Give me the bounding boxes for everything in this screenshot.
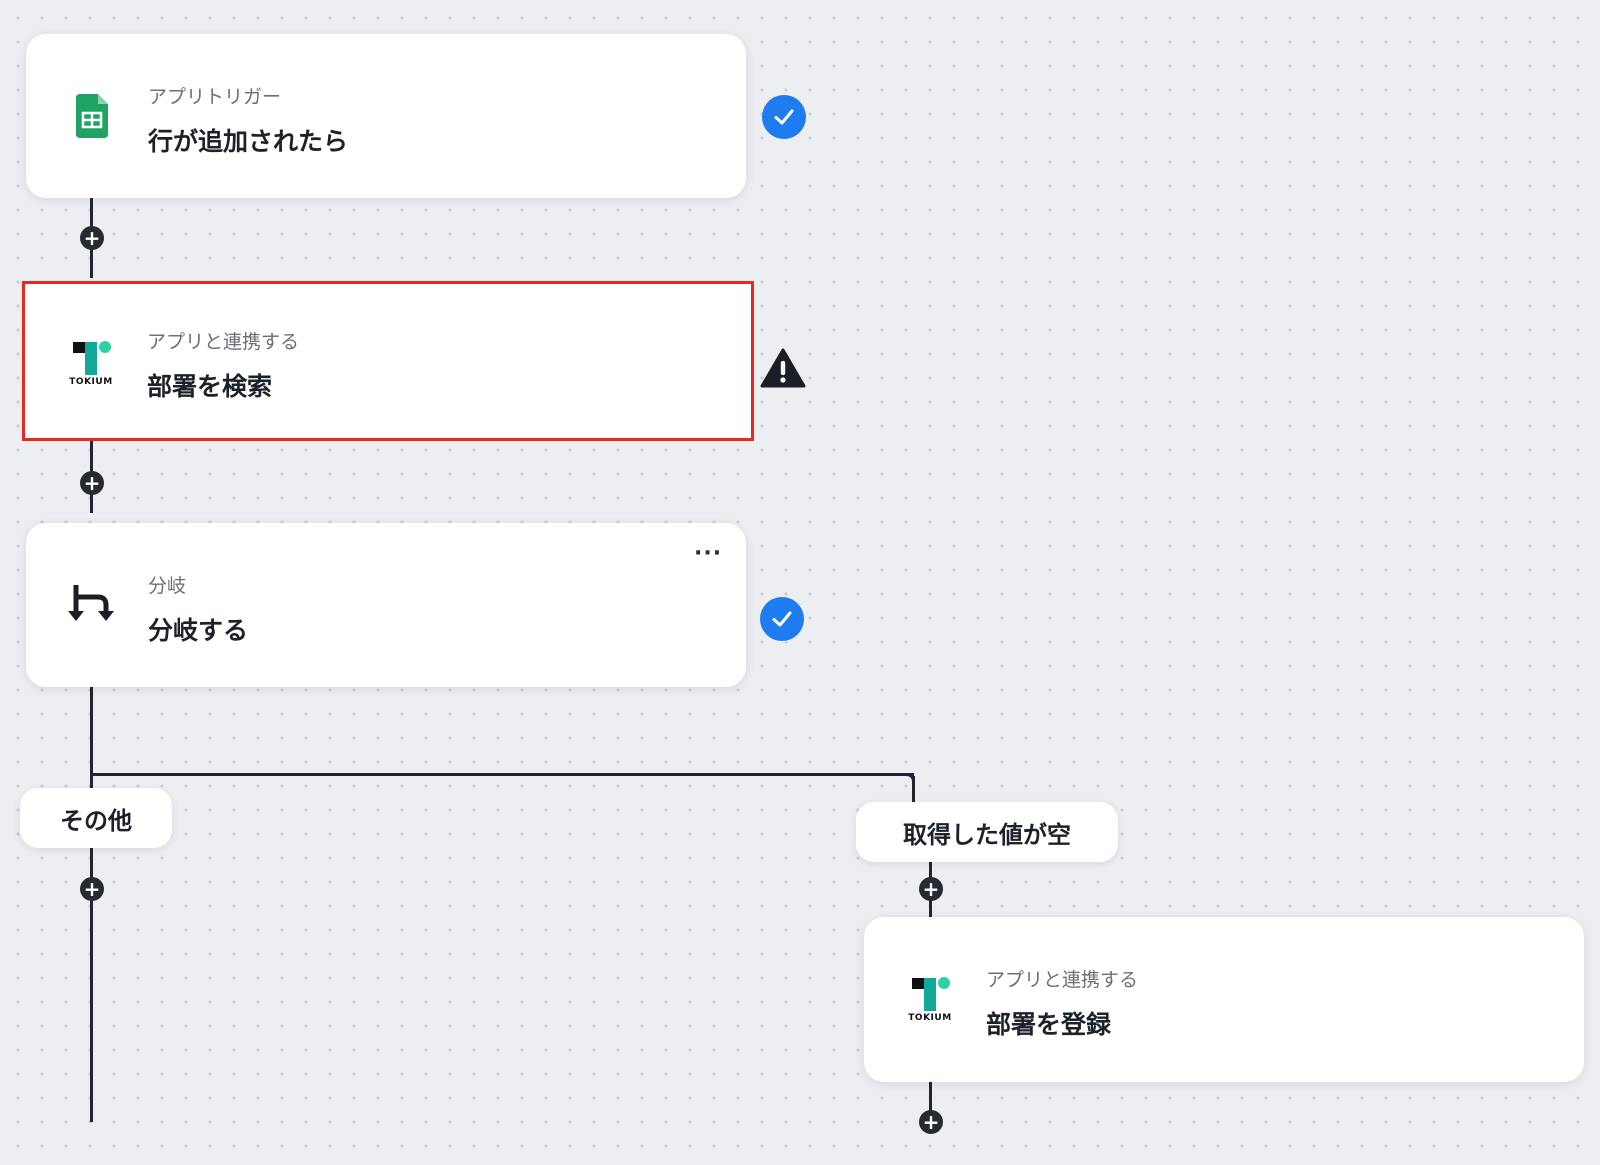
register-department-card[interactable]: TOKIUM アプリと連携する 部署を登録 xyxy=(864,917,1584,1082)
branch-icon xyxy=(68,581,116,629)
search-title: 部署を検索 xyxy=(147,372,273,401)
search-department-card[interactable]: TOKIUM アプリと連携する 部署を検索 xyxy=(22,281,754,441)
branch-label-other[interactable]: その他 xyxy=(20,788,172,848)
branch-subtitle: 分岐 xyxy=(148,575,187,597)
branch-corner xyxy=(898,773,915,792)
tokium-logo-text: TOKIUM xyxy=(908,1013,952,1023)
branch-horizontal-line xyxy=(90,773,914,776)
add-step-button[interactable]: + xyxy=(80,471,104,495)
check-icon xyxy=(762,95,806,139)
more-options-button[interactable]: ··· xyxy=(694,543,722,565)
search-subtitle: アプリと連携する xyxy=(147,331,300,353)
branch-label-empty-value[interactable]: 取得した値が空 xyxy=(856,802,1118,862)
trigger-card[interactable]: アプリトリガー 行が追加されたら xyxy=(26,34,746,198)
tokium-icon: TOKIUM xyxy=(908,975,952,1023)
tokium-icon: TOKIUM xyxy=(69,339,113,387)
register-subtitle: アプリと連携する xyxy=(986,969,1139,991)
trigger-title: 行が追加されたら xyxy=(148,127,349,156)
add-step-button[interactable]: + xyxy=(80,877,104,901)
branch-card[interactable]: ··· 分岐 分岐する xyxy=(26,523,746,687)
add-step-button[interactable]: + xyxy=(80,226,104,250)
register-title: 部署を登録 xyxy=(986,1010,1112,1039)
add-step-button[interactable]: + xyxy=(919,877,943,901)
connector-line xyxy=(929,1082,932,1112)
branch-title: 分岐する xyxy=(148,616,249,645)
add-step-button[interactable]: + xyxy=(919,1110,943,1134)
warning-icon xyxy=(760,348,806,388)
trigger-subtitle: アプリトリガー xyxy=(148,86,282,108)
tokium-logo-text: TOKIUM xyxy=(69,377,113,387)
google-sheets-icon xyxy=(76,94,108,138)
check-icon xyxy=(760,597,804,641)
